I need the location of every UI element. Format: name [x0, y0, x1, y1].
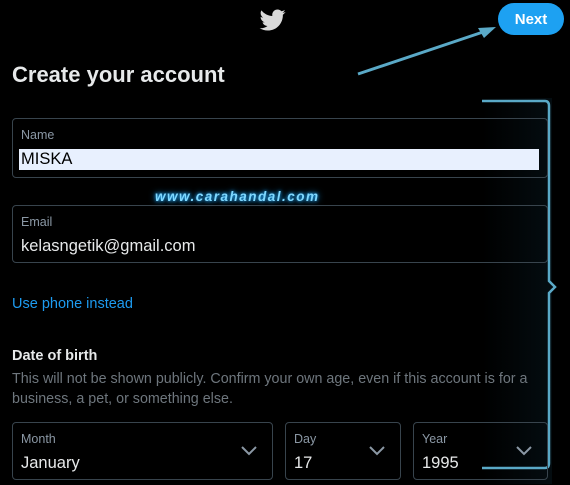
- chevron-down-icon: [516, 446, 532, 456]
- dob-heading: Date of birth: [12, 348, 98, 364]
- month-select[interactable]: Month January: [12, 422, 273, 480]
- name-label: Name: [21, 128, 55, 142]
- year-label: Year: [422, 432, 448, 446]
- day-select[interactable]: Day 17: [285, 422, 401, 480]
- chevron-down-icon: [241, 446, 257, 456]
- email-field[interactable]: Email kelasngetik@gmail.com: [12, 205, 548, 263]
- page-title: Create your account: [12, 62, 225, 87]
- month-value: January: [21, 454, 80, 472]
- next-button[interactable]: Next: [498, 3, 564, 35]
- pointer-arrowhead: [478, 27, 496, 38]
- name-input[interactable]: MISKA: [19, 149, 539, 170]
- watermark: www.carahandal.com: [155, 189, 320, 204]
- email-input[interactable]: kelasngetik@gmail.com: [21, 237, 195, 256]
- dob-description: This will not be shown publicly. Confirm…: [12, 371, 528, 407]
- chevron-down-icon: [369, 446, 385, 456]
- email-label: Email: [21, 215, 53, 229]
- day-value: 17: [294, 454, 313, 472]
- month-label: Month: [21, 432, 56, 446]
- year-value: 1995: [422, 454, 459, 472]
- use-phone-link[interactable]: Use phone instead: [12, 296, 133, 312]
- twitter-bird-icon: [259, 9, 286, 31]
- year-select[interactable]: Year 1995: [413, 422, 548, 480]
- name-field[interactable]: Name MISKA: [12, 118, 548, 178]
- day-label: Day: [294, 432, 317, 446]
- pointer-arrow-line: [357, 29, 487, 76]
